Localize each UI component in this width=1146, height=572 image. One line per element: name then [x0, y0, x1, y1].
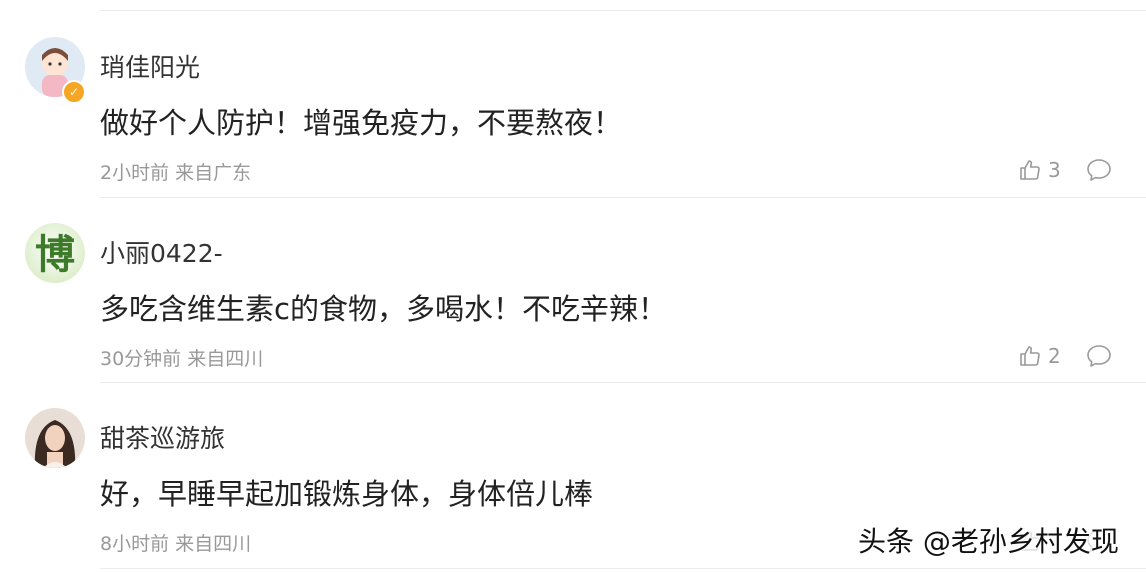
thumbs-up-icon	[1020, 160, 1040, 180]
comment-content: 好，早睡早起加锻炼身体，身体倍儿棒	[100, 477, 594, 511]
comment-content: 做好个人防护！增强免疫力，不要熬夜！	[100, 106, 623, 140]
photo-woman-avatar-icon[interactable]	[25, 408, 85, 468]
comment-meta: 2小时前 来自广东	[100, 162, 252, 184]
watermark: 头条 @老孙乡村发现	[858, 525, 1119, 558]
avatar-character: 博	[35, 231, 75, 278]
divider-top	[100, 10, 1146, 11]
like-button[interactable]: 3	[1018, 157, 1061, 183]
divider-bottom	[100, 568, 1146, 569]
comment-username[interactable]: 琑佳阳光	[100, 48, 200, 84]
comment-content: 多吃含维生素c的食物，多喝水！不吃辛辣！	[100, 292, 667, 326]
comment-bubble-icon	[1087, 159, 1111, 181]
like-button[interactable]: 2	[1018, 343, 1061, 369]
thumbs-up-icon	[1020, 346, 1040, 366]
reply-button[interactable]	[1086, 158, 1112, 182]
comment-item: ✓ 琑佳阳光 做好个人防护！增强免疫力，不要熬夜！ 2小时前 来自广东 3	[0, 12, 1146, 198]
comment-meta: 30分钟前 来自四川	[100, 348, 264, 370]
comment-username[interactable]: 小丽0422-	[100, 234, 223, 270]
verified-badge-icon: ✓	[62, 80, 86, 104]
comment-username[interactable]: 甜茶巡游旅	[100, 419, 225, 455]
bo-character-avatar-icon[interactable]: 博	[25, 223, 85, 283]
reply-button[interactable]	[1086, 344, 1112, 368]
like-count: 3	[1048, 158, 1061, 182]
comment-item: 博 小丽0422- 多吃含维生素c的食物，多喝水！不吃辛辣！ 30分钟前 来自四…	[0, 198, 1146, 384]
comment-bubble-icon	[1087, 345, 1111, 367]
like-count: 2	[1048, 344, 1061, 368]
comment-meta: 8小时前 来自四川	[100, 533, 252, 555]
